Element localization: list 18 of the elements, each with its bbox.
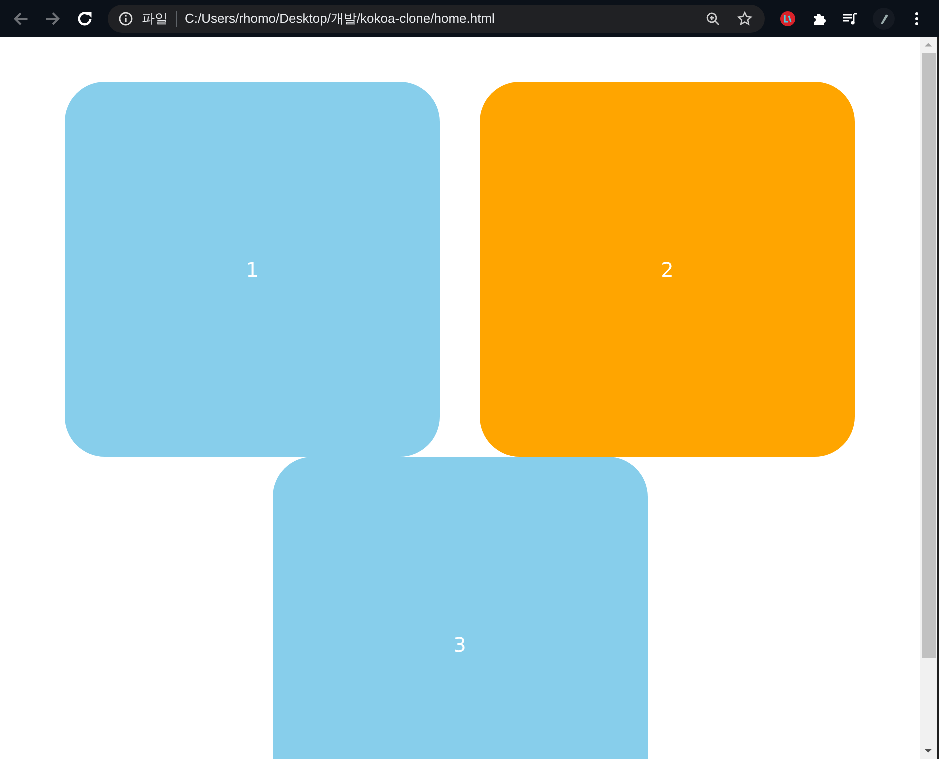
profile-avatar[interactable] <box>873 8 895 30</box>
zoom-icon[interactable] <box>705 10 721 26</box>
box-label: 1 <box>246 258 259 282</box>
scroll-down-icon[interactable] <box>924 748 933 754</box>
info-icon[interactable] <box>118 10 134 26</box>
origin-label: 파일 <box>142 10 168 28</box>
forward-icon[interactable] <box>44 10 62 28</box>
back-icon[interactable] <box>12 10 30 28</box>
reload-icon[interactable] <box>76 10 94 28</box>
box-label: 3 <box>454 632 466 656</box>
url-text: C:/Users/rhomo/Desktop/개발/kokoa-clone/home.html <box>185 10 495 28</box>
scrollbar-thumb[interactable] <box>922 53 936 658</box>
scrollbar[interactable] <box>920 37 939 759</box>
star-icon[interactable] <box>737 10 753 26</box>
playlist-icon[interactable] <box>842 10 858 26</box>
extension-icon[interactable] <box>780 10 796 26</box>
box-label: 2 <box>661 258 674 282</box>
address-bar[interactable]: 파일 C:/Users/rhomo/Desktop/개발/kokoa-clone/home.html <box>108 4 765 32</box>
